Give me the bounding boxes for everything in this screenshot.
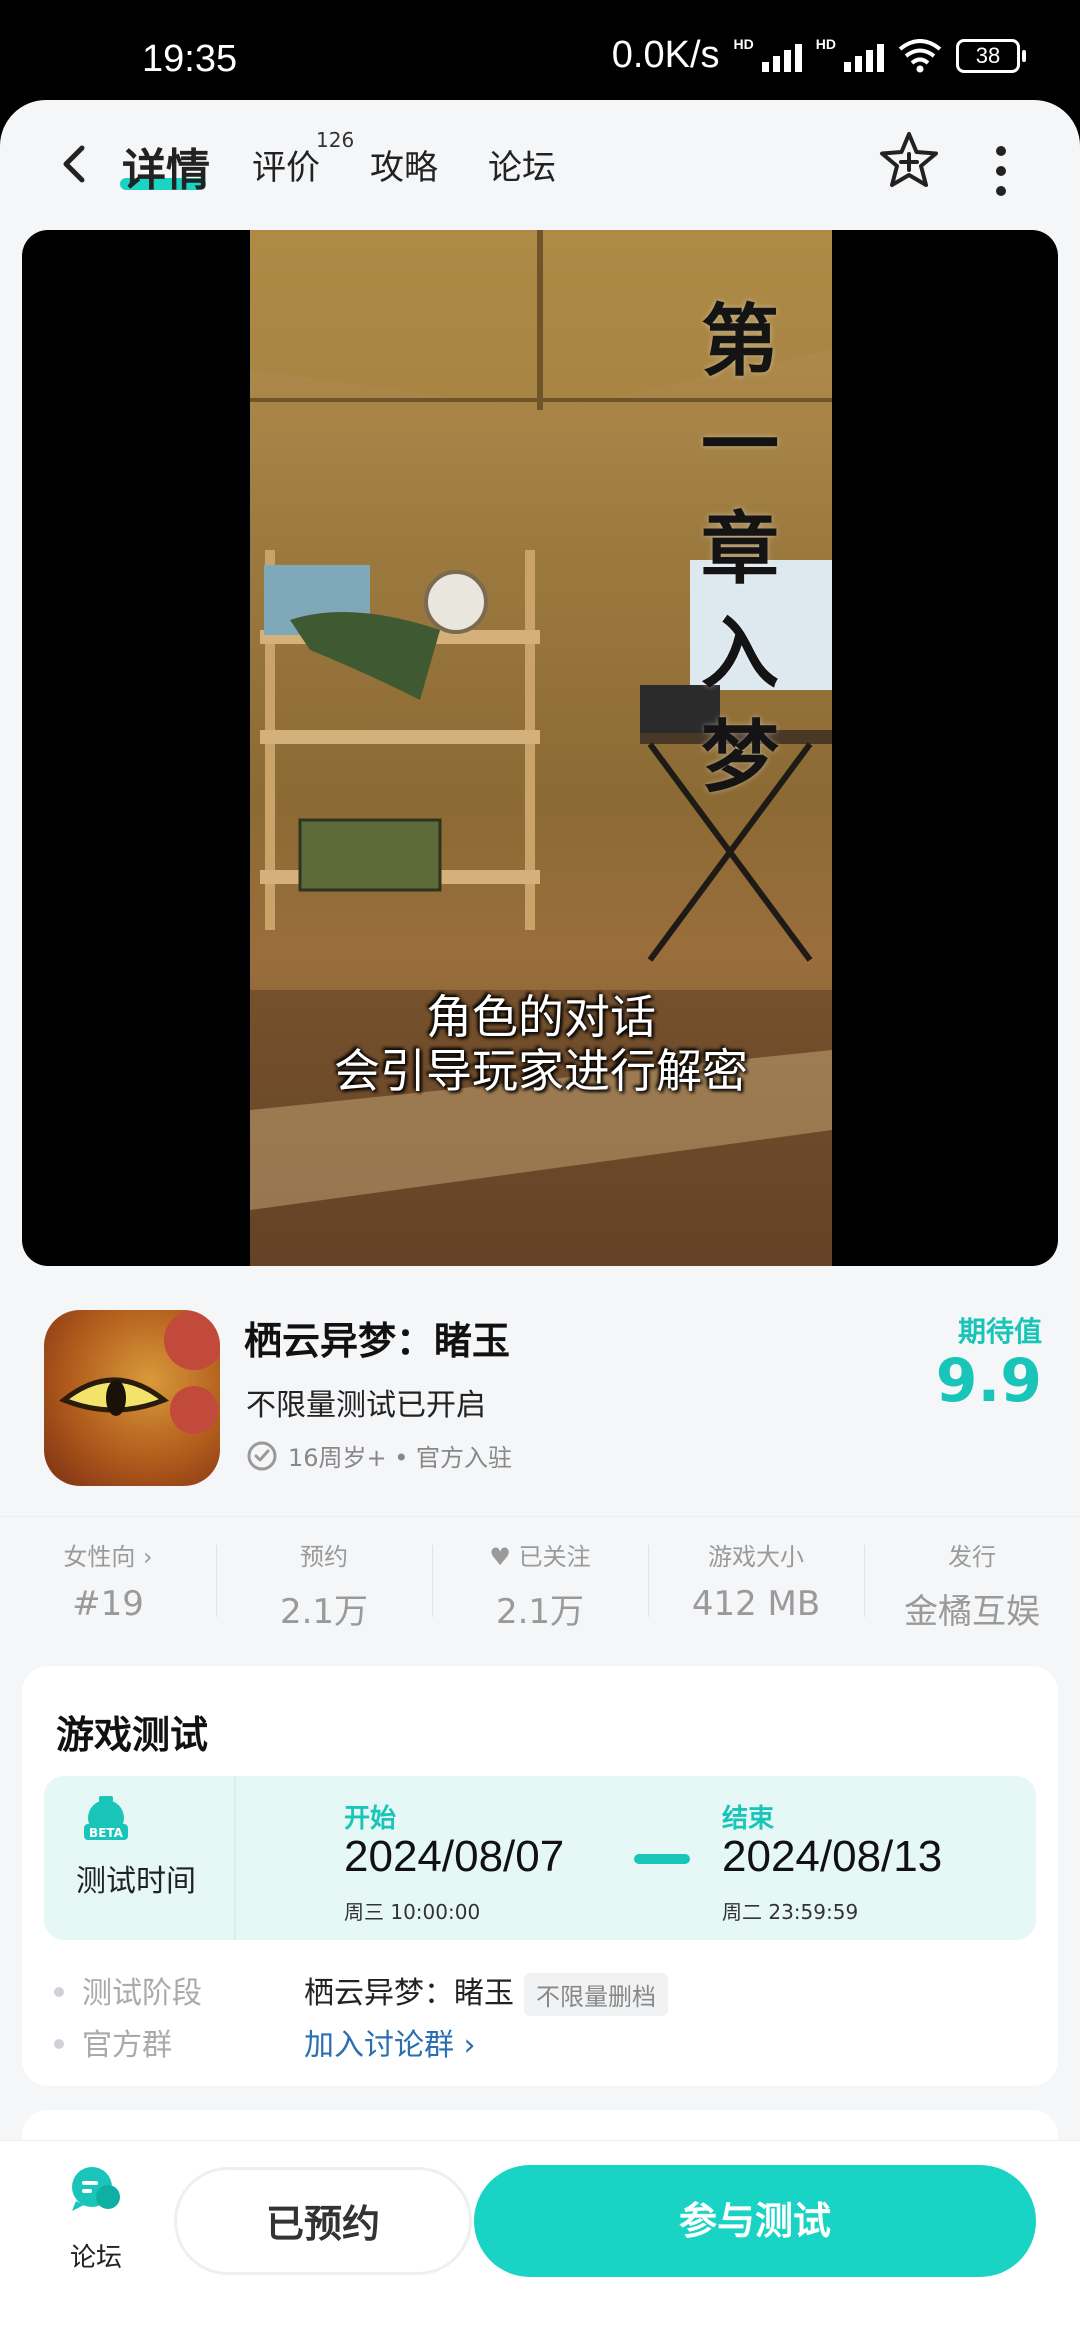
beta-timer-icon: BETA <box>84 1796 128 1840</box>
verified-check-icon <box>247 1441 277 1470</box>
hd-badge: HD <box>733 35 754 52</box>
top-nav: 详情 评价 126 攻略 论坛 <box>0 100 1080 230</box>
test-stage-label: 测试阶段 <box>54 1968 202 2012</box>
stat-genre-rank[interactable]: 女性向 › #19 <box>0 1517 216 1645</box>
signal-icon <box>761 40 802 72</box>
battery-icon: 38 <box>956 38 1026 73</box>
status-bar: 19:35 0.0K/s HD HD 38 <box>0 0 1080 100</box>
stage-tag: 不限量删档 <box>524 1973 668 2016</box>
back-arrow-icon[interactable] <box>56 144 96 184</box>
end-date: 2024/08/13 <box>722 1832 943 1881</box>
app-page: 详情 评价 126 攻略 论坛 第 一 章 入 梦 角色的对话 会引导玩家进行解… <box>0 100 1080 2340</box>
end-label: 结束 <box>722 1804 775 1834</box>
expectation-score: 9.9 <box>935 1346 1042 1416</box>
expectation-label: 期待值 <box>957 1315 1042 1348</box>
forum-chat-icon[interactable] <box>68 2165 122 2215</box>
game-title: 栖云异梦：睹玉 <box>244 1319 511 1363</box>
start-date: 2024/08/07 <box>344 1832 565 1881</box>
stat-followers: ♥ 已关注 2.1万 <box>432 1517 648 1645</box>
svg-text:BETA: BETA <box>89 1826 124 1840</box>
game-app-icon <box>44 1310 220 1486</box>
game-info: 栖云异梦：睹玉 不限量测试已开启 16周岁+ • 官方入驻 期待值 9.9 <box>0 1266 1080 1516</box>
game-test-card: 游戏测试 BETA 测试时间 开始 2024/08/07 周三 10:00:00… <box>22 1666 1058 2086</box>
reviews-count-badge: 126 <box>316 128 355 152</box>
video-player[interactable]: 第 一 章 入 梦 角色的对话 会引导玩家进行解密 <box>22 230 1058 1266</box>
chapter-title: 第 一 章 入 梦 <box>700 296 779 803</box>
tab-reviews[interactable]: 评价 <box>252 140 320 189</box>
stat-game-size: 游戏大小 412 MB <box>648 1517 864 1645</box>
stat-reservations: 预约 2.1万 <box>216 1517 432 1645</box>
age-rating-row: 16周岁+ • 官方入驻 <box>246 1438 512 1473</box>
tab-forum[interactable]: 论坛 <box>488 140 556 189</box>
tab-guides[interactable]: 攻略 <box>370 140 438 189</box>
game-subtitle: 不限量测试已开启 <box>246 1388 486 1423</box>
forum-label[interactable]: 论坛 <box>70 2237 122 2274</box>
stats-row: 女性向 › #19 预约 2.1万 ♥ 已关注 2.1万 游戏大小 412 MB… <box>0 1516 1080 1645</box>
join-group-link[interactable]: 加入讨论群 › <box>304 2020 476 2064</box>
stat-publisher: 发行 金橘互娱 <box>864 1517 1080 1645</box>
game-screenshot: 第 一 章 入 梦 角色的对话 会引导玩家进行解密 <box>250 230 832 1266</box>
signal-icon-2 <box>844 40 884 72</box>
test-section-title: 游戏测试 <box>56 1713 209 1757</box>
test-time-box: BETA 测试时间 开始 2024/08/07 周三 10:00:00 结束 2… <box>44 1776 1036 1940</box>
tab-details[interactable]: 详情 <box>122 134 210 198</box>
age-rating-text: 16周岁+ • 官方入驻 <box>288 1444 513 1472</box>
bottom-action-bar: 论坛 已预约 参与测试 <box>0 2140 1080 2340</box>
official-group-label: 官方群 <box>54 2020 172 2064</box>
start-day-time: 周三 10:00:00 <box>344 1900 481 1924</box>
hd-badge-2: HD <box>815 35 836 52</box>
more-options-icon[interactable] <box>996 146 1006 196</box>
favorite-star-icon[interactable] <box>878 130 940 192</box>
end-day-time: 周二 23:59:59 <box>722 1900 859 1924</box>
heart-icon: ♥ <box>489 1543 519 1571</box>
date-range-arrow <box>634 1854 690 1864</box>
start-label: 开始 <box>344 1804 397 1834</box>
status-indicators: 0.0K/s HD HD 38 <box>611 34 1026 77</box>
test-stage-value: 栖云异梦：睹玉 不限量删档 <box>304 1968 668 2016</box>
join-test-button[interactable]: 参与测试 <box>474 2165 1036 2277</box>
network-speed: 0.0K/s <box>611 34 720 76</box>
reserved-button[interactable]: 已预约 <box>174 2167 472 2275</box>
video-subtitle: 角色的对话 会引导玩家进行解密 <box>334 990 748 1098</box>
wifi-icon <box>898 38 942 72</box>
status-time: 19:35 <box>142 38 238 80</box>
test-time-header: BETA 测试时间 <box>44 1776 236 1940</box>
test-time-label: 测试时间 <box>76 1864 196 1899</box>
